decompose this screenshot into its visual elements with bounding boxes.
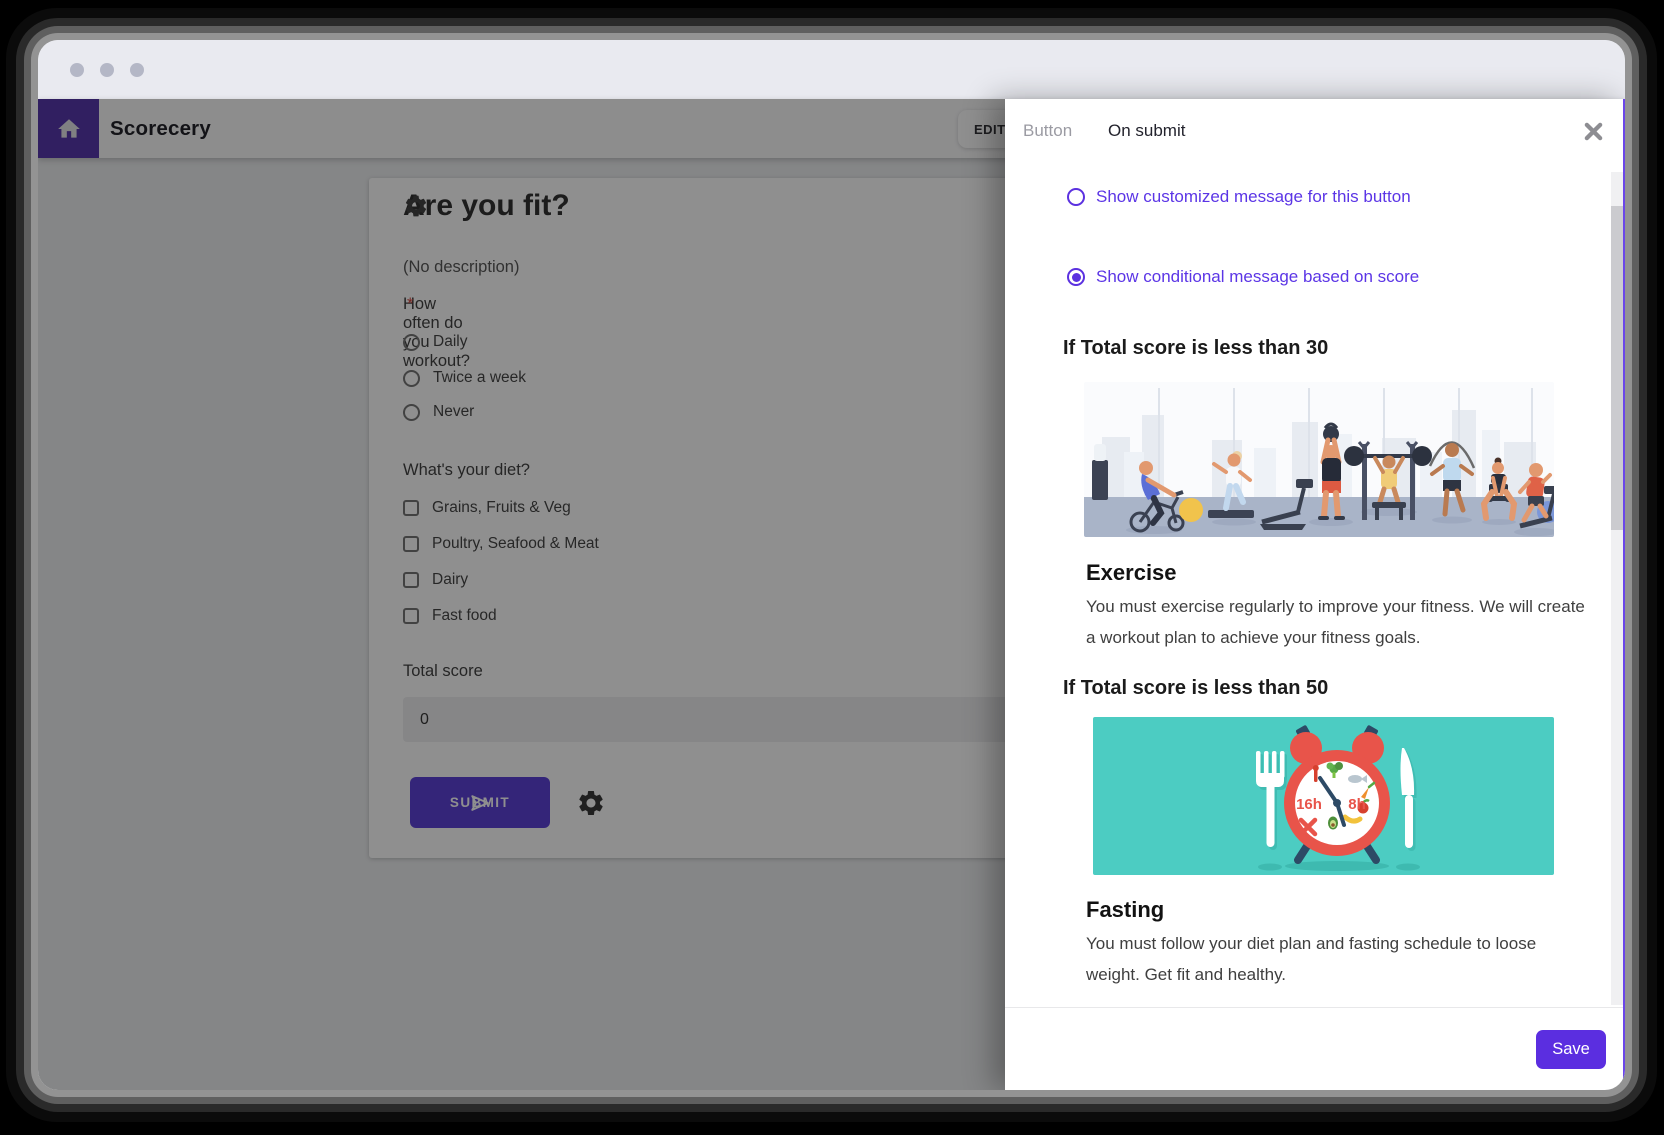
close-button[interactable] <box>1577 115 1609 147</box>
save-button[interactable]: Save <box>1536 1030 1606 1069</box>
radio-customized-message[interactable]: Show customized message for this button <box>1067 187 1411 207</box>
radio-label: Show conditional message based on score <box>1096 267 1419 287</box>
on-submit-panel: Button On submit Show customized message… <box>1005 99 1625 1090</box>
svg-text:8h: 8h <box>1348 796 1366 813</box>
condition-heading: If Total score is less than 30 <box>1063 337 1328 360</box>
close-icon <box>1584 122 1603 141</box>
app-area: Scorecery EDIT Are you fit? (No descript… <box>38 99 1625 1090</box>
browser-window: Scorecery EDIT Are you fit? (No descript… <box>38 40 1625 1090</box>
condition-description: You must follow your diet plan and fasti… <box>1086 928 1586 990</box>
window-dot[interactable] <box>100 63 114 77</box>
window-dot[interactable] <box>70 63 84 77</box>
screenshot-stage: Scorecery EDIT Are you fit? (No descript… <box>0 0 1664 1135</box>
gym-illustration <box>1084 382 1554 537</box>
panel-scrollbar-thumb[interactable] <box>1611 206 1623 530</box>
tab-button[interactable]: Button <box>1023 99 1072 163</box>
fasting-illustration: 16h 8h <box>1093 717 1554 875</box>
window-titlebar <box>38 40 1625 99</box>
radio-circle[interactable] <box>1067 188 1085 206</box>
condition-title: Exercise <box>1086 560 1177 586</box>
window-dot[interactable] <box>130 63 144 77</box>
tab-on-submit[interactable]: On submit <box>1108 99 1185 163</box>
footer-divider <box>1005 1007 1625 1008</box>
condition-title: Fasting <box>1086 897 1164 923</box>
radio-label: Show customized message for this button <box>1096 187 1411 207</box>
radio-conditional-message[interactable]: Show conditional message based on score <box>1067 267 1419 287</box>
condition-heading: If Total score is less than 50 <box>1063 677 1328 700</box>
radio-circle[interactable] <box>1067 268 1085 286</box>
condition-description: You must exercise regularly to improve y… <box>1086 591 1586 653</box>
panel-edge-accent <box>1623 99 1625 1090</box>
svg-text:16h: 16h <box>1296 796 1322 813</box>
